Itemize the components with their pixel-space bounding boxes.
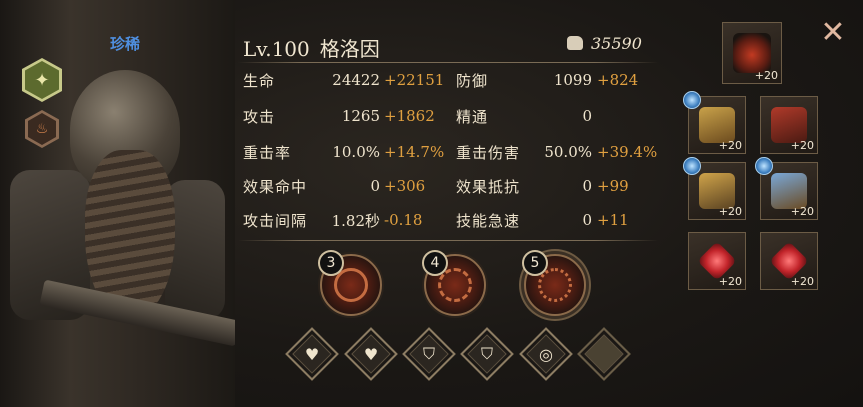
stat-label: 重击伤害	[456, 143, 521, 162]
equip-slot-armor[interactable]: +20	[683, 157, 746, 220]
heart-heal-icon: ♥	[363, 344, 379, 364]
stat-label: 防御	[456, 71, 489, 90]
equip-level: +20	[790, 275, 814, 288]
stat-value: 10.0%	[332, 143, 380, 161]
passive-slot-1[interactable]: ♥	[285, 327, 339, 381]
stat-value: 50.0%	[544, 143, 592, 161]
equip-level: +20	[718, 275, 742, 288]
stat-bonus: +22151	[384, 71, 445, 89]
stat-label: 攻击间隔	[243, 211, 308, 230]
stat-bonus: -0.18	[384, 211, 423, 229]
stat-row: 攻击间隔 1.82秒 -0.18	[243, 208, 448, 232]
stat-bonus: +824	[597, 71, 639, 89]
stat-row: 效果命中 0 +306	[243, 174, 448, 198]
helmet-icon	[733, 33, 771, 73]
gem-socket-icon	[683, 157, 701, 175]
hero-level: Lv.100	[243, 37, 310, 61]
equip-slot-rune-left[interactable]: +20	[688, 232, 746, 290]
gem-socket-icon	[755, 157, 773, 175]
equip-level: +20	[790, 139, 814, 152]
equip-level: +20	[718, 139, 742, 152]
combat-power-value: 35590	[591, 34, 642, 53]
equip-slot-helmet[interactable]: +20	[722, 22, 782, 84]
passive-slot-2[interactable]: ♥	[344, 327, 398, 381]
shield-icon: ⛉	[480, 344, 493, 363]
stat-label: 重击率	[243, 143, 292, 162]
shield-icon: ⛉	[422, 344, 435, 363]
header-divider	[238, 62, 658, 63]
stat-row: 生命 24422 +22151	[243, 68, 448, 92]
combat-power: 35590	[567, 34, 642, 53]
close-button[interactable]: ✕	[818, 18, 848, 48]
close-icon: ✕	[820, 15, 846, 50]
stat-value: 1099	[553, 71, 592, 89]
stat-label: 生命	[243, 71, 276, 90]
stats-divider	[238, 240, 658, 241]
hero-name-line: Lv.100 格洛因	[243, 33, 380, 62]
skill-slot-2[interactable]: 4	[422, 250, 486, 316]
class-emblem-icon: ✦	[25, 61, 59, 99]
stat-bonus: +99	[597, 177, 629, 195]
equip-slot-gauntlet-right[interactable]: +20	[760, 96, 818, 154]
stat-row: 效果抵抗 0 +99	[456, 174, 656, 198]
armor-icon	[699, 173, 735, 209]
stat-value: 0	[370, 177, 380, 195]
fire-icon: ♨	[28, 113, 56, 145]
gauntlet-icon	[699, 107, 735, 143]
equip-level: +20	[754, 69, 778, 82]
stat-row: 技能急速 0 +11	[456, 208, 656, 232]
stat-bonus: +306	[384, 177, 426, 195]
skill-slot-1[interactable]: 3	[318, 250, 382, 316]
stat-row: 攻击 1265 +1862	[243, 104, 448, 128]
stat-bonus: +14.7%	[384, 143, 445, 161]
stat-label: 精通	[456, 107, 489, 126]
stat-value: 24422	[332, 71, 380, 89]
stat-value: 0	[582, 107, 592, 125]
equip-level: +20	[718, 205, 742, 218]
hero-name: 格洛因	[319, 37, 380, 61]
stat-label: 效果命中	[243, 177, 308, 196]
stat-bonus: +39.4%	[597, 143, 658, 161]
stat-bonus: +1862	[384, 107, 435, 125]
skill-level-badge: 4	[422, 250, 448, 276]
stat-label: 技能急速	[456, 211, 521, 230]
equip-slot-boot[interactable]: +20	[755, 157, 818, 220]
stat-value: 1265	[341, 107, 380, 125]
skill-level-badge: 5	[522, 250, 548, 276]
stat-row: 防御 1099 +824	[456, 68, 656, 92]
stat-label: 攻击	[243, 107, 276, 126]
passive-slot-empty[interactable]	[577, 327, 631, 381]
stat-value: 1.82秒	[331, 211, 380, 230]
swirl-icon: ◎	[539, 344, 553, 364]
stat-bonus: +11	[597, 211, 629, 229]
rarity-label: 珍稀	[110, 35, 141, 53]
stat-value: 0	[582, 211, 592, 229]
equip-level: +20	[790, 205, 814, 218]
hero-portrait	[0, 0, 235, 407]
stat-row: 重击率 10.0% +14.7%	[243, 140, 448, 164]
empty-slot-icon	[587, 337, 621, 371]
heart-icon: ♥	[304, 344, 320, 364]
stat-row: 重击伤害 50.0% +39.4%	[456, 140, 658, 164]
boot-icon	[771, 173, 807, 209]
stat-label: 效果抵抗	[456, 177, 521, 196]
fist-icon	[567, 36, 583, 50]
equip-slot-gauntlet-left[interactable]: +20	[683, 91, 746, 154]
gauntlet-icon	[771, 107, 807, 143]
stat-value: 0	[582, 177, 592, 195]
skill-level-badge: 3	[318, 250, 344, 276]
hero-detail-panel: 珍稀 ✦ ♨ Lv.100 格洛因 35590 生命 24422 +22151 防…	[0, 0, 863, 407]
stat-row: 精通 0	[456, 104, 656, 128]
passive-slot-4[interactable]: ⛉	[460, 327, 514, 381]
passive-slot-3[interactable]: ⛉	[402, 327, 456, 381]
skill-slot-3[interactable]: 5	[522, 250, 586, 316]
equip-slot-rune-right[interactable]: +20	[760, 232, 818, 290]
gem-socket-icon	[683, 91, 701, 109]
passive-slot-5[interactable]: ◎	[519, 327, 573, 381]
